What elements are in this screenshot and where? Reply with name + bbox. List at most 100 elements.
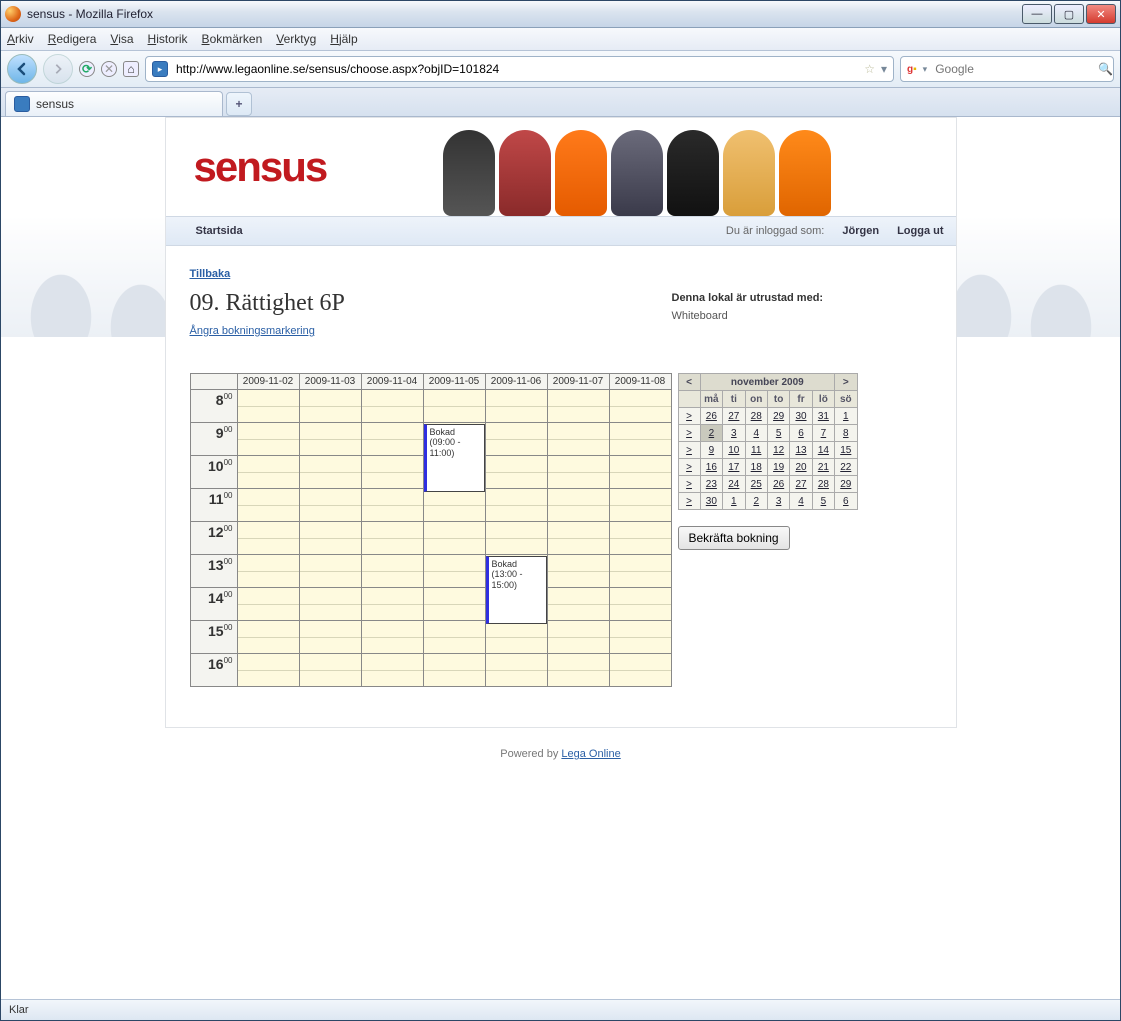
cal-day[interactable]: 22 (835, 459, 857, 476)
cal-day[interactable]: 26 (700, 408, 723, 425)
cal-day[interactable]: 20 (790, 459, 812, 476)
cal-day[interactable]: 28 (745, 408, 767, 425)
stop-icon[interactable]: ✕ (101, 61, 117, 77)
url-bar[interactable]: ▸ ☆ ▾ (145, 56, 894, 82)
maximize-button[interactable]: ▢ (1054, 4, 1084, 24)
menu-redigera[interactable]: Redigera (48, 32, 97, 46)
cal-day[interactable]: 7 (812, 425, 834, 442)
footer-link[interactable]: Lega Online (561, 748, 620, 760)
forward-button[interactable] (43, 54, 73, 84)
cal-day[interactable]: 9 (700, 442, 723, 459)
reload-icon[interactable]: ⟳ (79, 61, 95, 77)
schedule-cell[interactable] (361, 489, 423, 522)
cal-day[interactable]: 12 (767, 442, 789, 459)
search-input[interactable] (933, 61, 1092, 77)
schedule-cell[interactable] (609, 621, 671, 654)
cal-row-nav[interactable]: > (678, 442, 700, 459)
schedule-cell[interactable] (609, 456, 671, 489)
schedule-cell[interactable] (485, 489, 547, 522)
cal-row-nav[interactable]: > (678, 425, 700, 442)
menu-hjälp[interactable]: Hjälp (330, 32, 357, 46)
schedule-cell[interactable] (547, 390, 609, 423)
schedule-cell[interactable] (361, 390, 423, 423)
schedule-cell[interactable] (547, 621, 609, 654)
close-button[interactable]: ✕ (1086, 4, 1116, 24)
cal-day[interactable]: 4 (745, 425, 767, 442)
schedule-cell[interactable] (547, 588, 609, 621)
schedule-cell[interactable] (299, 621, 361, 654)
cal-day[interactable]: 28 (812, 476, 834, 493)
booking[interactable]: Bokad(13:00 - 15:00) (486, 556, 547, 624)
cal-row-nav[interactable]: > (678, 493, 700, 510)
cal-day[interactable]: 24 (723, 476, 745, 493)
schedule-cell[interactable] (299, 654, 361, 687)
cal-day[interactable]: 2 (700, 425, 723, 442)
dropdown-icon[interactable]: ▾ (923, 64, 928, 75)
schedule-cell[interactable] (299, 489, 361, 522)
cal-day[interactable]: 4 (790, 493, 812, 510)
url-input[interactable] (174, 61, 858, 77)
schedule-cell[interactable] (547, 555, 609, 588)
cal-day[interactable]: 3 (723, 425, 745, 442)
schedule-cell[interactable] (423, 555, 485, 588)
cal-day[interactable]: 14 (812, 442, 834, 459)
cal-prev[interactable]: < (678, 374, 700, 391)
cal-day[interactable]: 3 (767, 493, 789, 510)
cal-day[interactable]: 19 (767, 459, 789, 476)
schedule-cell[interactable]: Bokad(13:00 - 15:00) (485, 555, 547, 588)
schedule-cell[interactable] (609, 489, 671, 522)
schedule-cell[interactable] (547, 654, 609, 687)
schedule-cell[interactable] (423, 489, 485, 522)
search-bar[interactable]: g▪ ▾ 🔍 (900, 56, 1114, 82)
nav-logout[interactable]: Logga ut (897, 225, 943, 237)
booking[interactable]: Bokad(09:00 - 11:00) (424, 424, 485, 492)
nav-user[interactable]: Jörgen (842, 225, 879, 237)
schedule-cell[interactable] (299, 588, 361, 621)
schedule-cell[interactable] (299, 555, 361, 588)
schedule-cell[interactable] (547, 456, 609, 489)
cal-day[interactable]: 1 (835, 408, 857, 425)
schedule-cell[interactable] (423, 621, 485, 654)
cal-day[interactable]: 25 (745, 476, 767, 493)
schedule-cell[interactable] (237, 522, 299, 555)
home-icon[interactable]: ⌂ (123, 61, 139, 77)
cal-day[interactable]: 10 (723, 442, 745, 459)
schedule-cell[interactable] (361, 588, 423, 621)
minimize-button[interactable]: — (1022, 4, 1052, 24)
schedule-cell[interactable] (485, 621, 547, 654)
cal-day[interactable]: 17 (723, 459, 745, 476)
bookmark-star-icon[interactable]: ☆ (864, 62, 875, 76)
cal-day[interactable]: 2 (745, 493, 767, 510)
new-tab-button[interactable]: + (226, 92, 252, 116)
schedule-cell[interactable] (237, 489, 299, 522)
menu-verktyg[interactable]: Verktyg (276, 32, 316, 46)
schedule-cell[interactable] (299, 390, 361, 423)
schedule-cell[interactable] (361, 621, 423, 654)
cal-day[interactable]: 31 (812, 408, 834, 425)
schedule-cell[interactable] (361, 654, 423, 687)
back-link[interactable]: Tillbaka (190, 268, 231, 280)
cal-row-nav[interactable]: > (678, 408, 700, 425)
schedule-cell[interactable] (547, 522, 609, 555)
cal-row-nav[interactable]: > (678, 476, 700, 493)
schedule-cell[interactable] (237, 588, 299, 621)
schedule-cell[interactable] (485, 456, 547, 489)
cal-day[interactable]: 6 (835, 493, 857, 510)
schedule-cell[interactable] (237, 456, 299, 489)
cal-day[interactable]: 30 (790, 408, 812, 425)
cal-day[interactable]: 15 (835, 442, 857, 459)
schedule-cell[interactable] (547, 423, 609, 456)
schedule-cell[interactable] (609, 654, 671, 687)
cal-day[interactable]: 16 (700, 459, 723, 476)
schedule-cell[interactable] (361, 522, 423, 555)
schedule-cell[interactable] (609, 588, 671, 621)
schedule-cell[interactable] (237, 654, 299, 687)
schedule-cell[interactable] (237, 621, 299, 654)
schedule-cell[interactable] (485, 654, 547, 687)
menu-visa[interactable]: Visa (110, 32, 133, 46)
schedule-cell[interactable] (547, 489, 609, 522)
cal-day[interactable]: 8 (835, 425, 857, 442)
cal-day[interactable]: 29 (835, 476, 857, 493)
cal-day[interactable]: 23 (700, 476, 723, 493)
schedule-cell[interactable] (361, 555, 423, 588)
